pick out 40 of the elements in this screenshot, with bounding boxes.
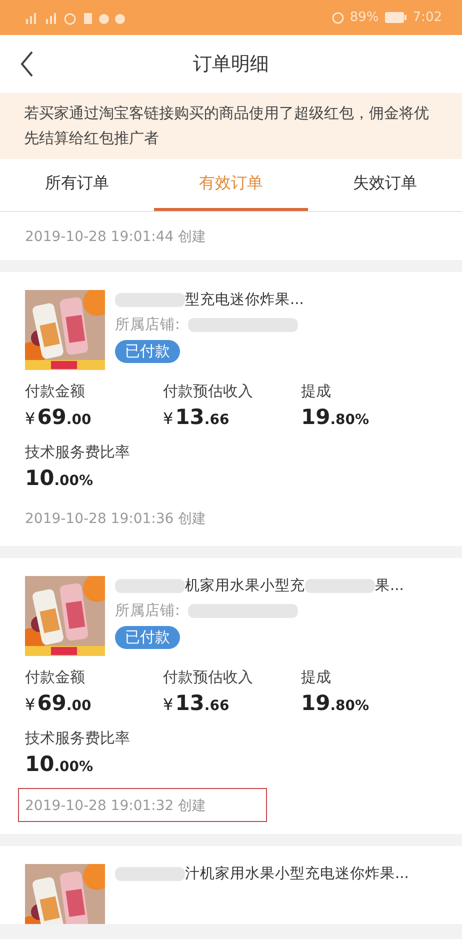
redacted-text	[115, 578, 185, 592]
store-label: 所属店铺:	[115, 602, 180, 620]
tab[interactable]: 所有订单	[0, 159, 154, 211]
metric-label: 付款预估收入	[163, 668, 254, 687]
title-text: 汁机家用水果小型充电迷你炸果...	[185, 864, 409, 883]
back-icon[interactable]	[20, 51, 34, 77]
metric-label: 付款预估收入	[163, 382, 254, 401]
metric-label: 提成	[301, 382, 332, 401]
clock: 7:02	[412, 10, 442, 25]
status-badge: 已付款	[115, 626, 180, 649]
metric-value: ¥69.00	[25, 691, 92, 715]
metric-value: 19.80%	[301, 691, 370, 715]
redacted-text	[115, 292, 185, 306]
title-text: 果...	[375, 577, 404, 595]
redacted-text	[115, 866, 185, 880]
title-text: 型充电迷你炸果...	[185, 290, 304, 309]
store-label: 所属店铺:	[115, 316, 180, 334]
created-time: 2019-10-28 19:01:36 创建	[25, 511, 206, 527]
metric-label: 技术服务费比率	[25, 729, 131, 748]
metric-value: ¥13.66	[163, 691, 230, 715]
metric-label: 付款金额	[25, 382, 86, 401]
metric-value: 10.00%	[25, 752, 94, 776]
redacted-text	[305, 578, 375, 592]
created-time: 2019-10-28 19:01:44 创建	[25, 229, 206, 245]
battery-percent: 89%	[350, 10, 379, 25]
battery-icon	[384, 12, 407, 23]
metric-value: ¥69.00	[25, 405, 92, 429]
created-time: 2019-10-28 19:01:32 创建	[25, 798, 206, 814]
notice-banner: 若买家通过淘宝客链接购买的商品使用了超级红包，佣金将优先结算给红包推广者	[0, 93, 462, 159]
title-text: 机家用水果小型充	[185, 576, 305, 595]
metric-value: 19.80%	[301, 405, 370, 429]
metric-label: 付款金额	[25, 668, 86, 687]
metric-label: 提成	[301, 668, 332, 687]
alarm-icon	[332, 12, 344, 24]
metric-value: 10.00%	[25, 466, 94, 490]
status-badge: 已付款	[115, 340, 180, 363]
tab[interactable]: 失效订单	[308, 159, 462, 211]
metric-value: ¥13.66	[163, 405, 230, 429]
page-title: 订单明细	[193, 52, 269, 77]
metric-label: 技术服务费比率	[25, 443, 131, 462]
